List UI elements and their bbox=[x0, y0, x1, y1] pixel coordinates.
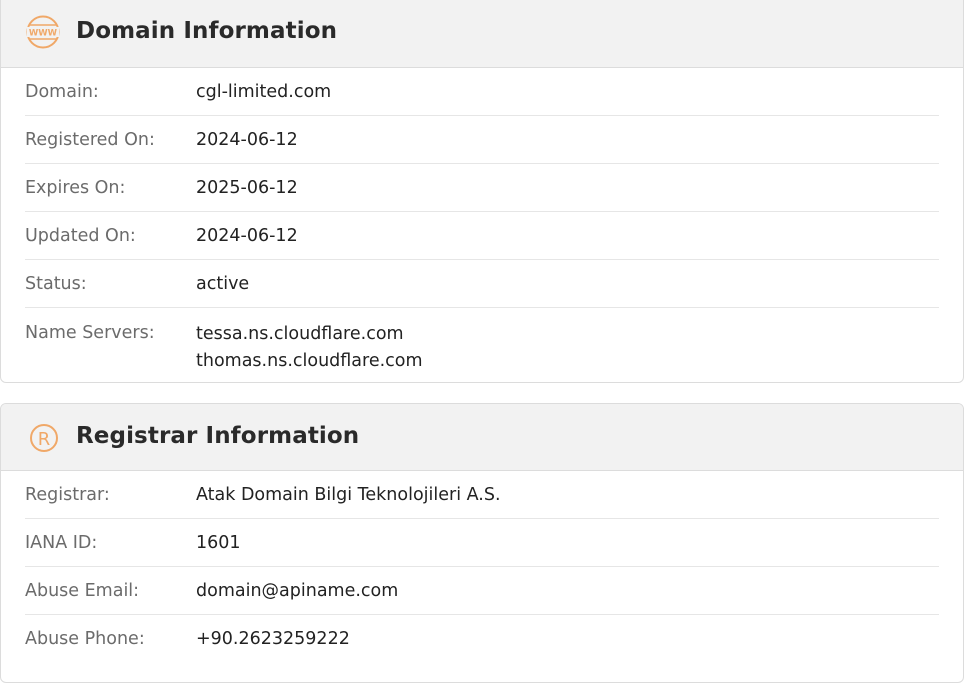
status-row: Status: active bbox=[25, 260, 939, 308]
updated-on-value: 2024-06-12 bbox=[196, 226, 298, 246]
registered-icon: R bbox=[30, 424, 58, 452]
name-server-1: tessa.ns.cloudflare.com bbox=[196, 324, 404, 344]
svg-text:WWW: WWW bbox=[29, 29, 58, 39]
registrar-information-header: R Registrar Information bbox=[1, 404, 963, 471]
expires-on-row: Expires On: 2025-06-12 bbox=[25, 164, 939, 212]
registrar-value: Atak Domain Bilgi Teknolojileri A.S. bbox=[196, 485, 501, 505]
registrar-row: Registrar: Atak Domain Bilgi Teknolojile… bbox=[25, 471, 939, 519]
registered-on-row: Registered On: 2024-06-12 bbox=[25, 116, 939, 164]
iana-id-row: IANA ID: 1601 bbox=[25, 519, 939, 567]
abuse-email-label: Abuse Email: bbox=[25, 581, 140, 601]
iana-id-label: IANA ID: bbox=[25, 533, 98, 553]
domain-row: Domain: cgl-limited.com bbox=[25, 68, 939, 116]
expires-on-value: 2025-06-12 bbox=[196, 178, 298, 198]
name-servers-value: tessa.ns.cloudflare.com thomas.ns.cloudf… bbox=[196, 321, 423, 375]
name-server-2: thomas.ns.cloudflare.com bbox=[196, 351, 423, 371]
abuse-phone-row: Abuse Phone: +90.2623259222 bbox=[25, 615, 939, 663]
domain-information-card: WWW Domain Information Domain: cgl-limit… bbox=[0, 0, 964, 383]
iana-id-value: 1601 bbox=[196, 533, 241, 553]
name-servers-label: Name Servers: bbox=[25, 323, 155, 343]
domain-label: Domain: bbox=[25, 82, 99, 102]
registrar-information-title: Registrar Information bbox=[76, 423, 360, 449]
updated-on-label: Updated On: bbox=[25, 226, 136, 246]
domain-value: cgl-limited.com bbox=[196, 82, 332, 102]
updated-on-row: Updated On: 2024-06-12 bbox=[25, 212, 939, 260]
name-servers-row: Name Servers: tessa.ns.cloudflare.com th… bbox=[25, 308, 939, 382]
abuse-phone-value: +90.2623259222 bbox=[196, 629, 350, 649]
registered-on-label: Registered On: bbox=[25, 130, 155, 150]
svg-text:R: R bbox=[38, 429, 51, 450]
domain-information-header: WWW Domain Information bbox=[1, 0, 963, 68]
abuse-email-row: Abuse Email: domain@apiname.com bbox=[25, 567, 939, 615]
expires-on-label: Expires On: bbox=[25, 178, 126, 198]
registrar-label: Registrar: bbox=[25, 485, 110, 505]
registered-on-value: 2024-06-12 bbox=[196, 130, 298, 150]
abuse-phone-label: Abuse Phone: bbox=[25, 629, 145, 649]
status-label: Status: bbox=[25, 274, 87, 294]
www-icon: WWW bbox=[26, 15, 60, 49]
domain-information-title: Domain Information bbox=[76, 18, 338, 44]
status-value: active bbox=[196, 274, 250, 294]
registrar-information-card: R Registrar Information Registrar: Atak … bbox=[0, 403, 964, 683]
abuse-email-value: domain@apiname.com bbox=[196, 581, 399, 601]
